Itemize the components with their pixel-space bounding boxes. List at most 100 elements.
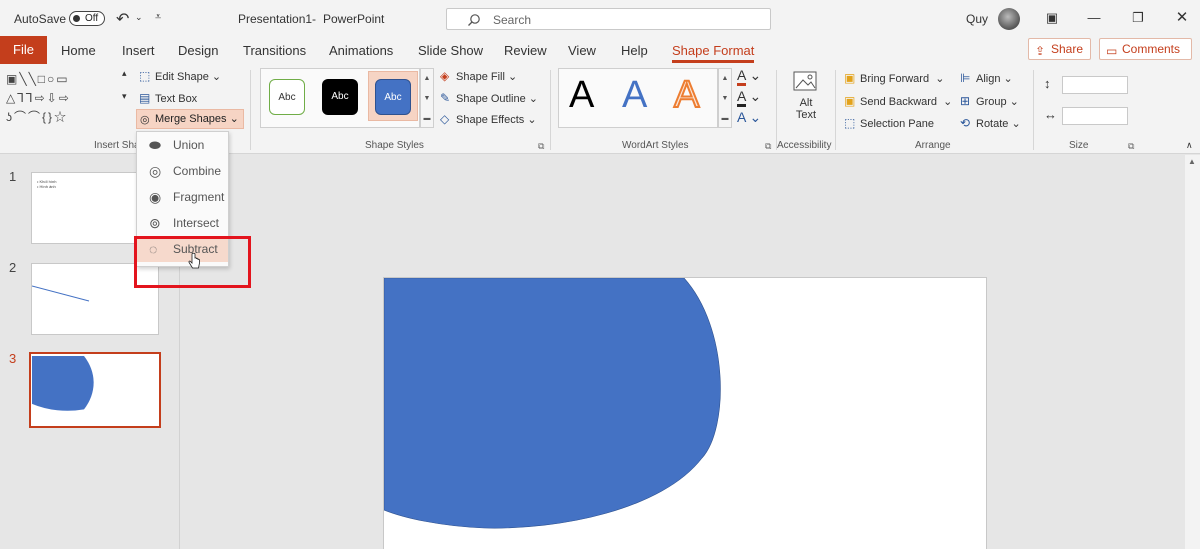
share-icon: ⇪ xyxy=(1035,44,1046,58)
shapes-scroll-up[interactable]: ▴ xyxy=(122,68,127,79)
shape-styles-scroll[interactable]: ▲ ▼ ▬ xyxy=(420,68,434,128)
close-icon[interactable]: ✕ xyxy=(1173,9,1191,27)
edit-shape-label: Edit Shape xyxy=(155,71,209,83)
shape-outline-button[interactable]: ✎ Shape Outline ⌄ xyxy=(440,91,538,105)
bring-forward-button[interactable]: ▣ Bring Forward ⌄ xyxy=(844,71,944,85)
collapse-ribbon-icon[interactable]: ∧ xyxy=(1186,140,1193,151)
group-button[interactable]: ⊞ Group ⌄ xyxy=(960,94,1019,108)
align-button[interactable]: ⊫ Align ⌄ xyxy=(960,71,1013,85)
shape-effects-button[interactable]: ◇ Shape Effects ⌄ xyxy=(440,112,537,126)
hand-cursor-icon xyxy=(188,252,200,269)
search-box[interactable]: Search xyxy=(446,8,771,30)
tab-shape-format[interactable]: Shape Format xyxy=(672,43,755,63)
wordart-orange-outline[interactable]: A xyxy=(673,73,700,117)
comment-icon: ▭ xyxy=(1106,44,1118,58)
pen-outline-icon: ✎ xyxy=(440,91,451,105)
tab-design[interactable]: Design xyxy=(178,43,218,58)
avatar[interactable] xyxy=(998,8,1020,30)
slide-canvas[interactable] xyxy=(383,277,987,549)
rotate-button[interactable]: ⟲ Rotate ⌄ xyxy=(960,116,1021,130)
tab-help[interactable]: Help xyxy=(621,43,648,58)
comments-button[interactable]: ▭ Comments xyxy=(1099,38,1192,60)
selection-pane-label: Selection Pane xyxy=(860,118,934,130)
separator xyxy=(776,70,777,150)
wordart-black[interactable]: A xyxy=(569,74,594,117)
customize-toolbar-icon[interactable]: ⩡ xyxy=(155,11,161,24)
combine-icon: ◎ xyxy=(149,163,162,179)
size-launcher-icon[interactable]: ⧉ xyxy=(1128,141,1134,152)
shape-styles-launcher-icon[interactable]: ⧉ xyxy=(538,141,544,152)
undo-dropdown-icon[interactable]: ⌄ xyxy=(135,12,143,23)
document-title: Presentation1 xyxy=(238,12,313,26)
style-outline-green[interactable]: Abc xyxy=(269,79,305,115)
shape-effects-label: Shape Effects xyxy=(456,114,525,126)
style-blue-fill[interactable]: Abc xyxy=(375,79,411,115)
text-box-button[interactable]: ▤ Text Box xyxy=(139,91,197,105)
tab-insert[interactable]: Insert xyxy=(122,43,155,58)
rotate-icon: ⟲ xyxy=(960,116,971,130)
merge-shapes-button[interactable]: ◎ Merge Shapes ⌄ xyxy=(136,109,244,129)
title-separator: - xyxy=(312,12,316,26)
group-label: Group xyxy=(976,96,1007,108)
style-black-fill[interactable]: Abc xyxy=(322,79,358,115)
paint-bucket-icon: ◈ xyxy=(440,69,450,83)
shape-height-input[interactable] xyxy=(1062,76,1128,94)
selection-pane-icon: ⬚ xyxy=(844,116,856,130)
tab-file[interactable]: File xyxy=(0,36,47,64)
text-outline-button[interactable]: A ⌄ xyxy=(737,88,761,107)
menu-item-union[interactable]: ⬬ Union xyxy=(137,133,228,158)
ribbon-display-icon[interactable]: ▣ xyxy=(1043,9,1061,27)
wordart-launcher-icon[interactable]: ⧉ xyxy=(765,141,771,152)
fragment-icon: ◉ xyxy=(149,189,162,205)
tab-review[interactable]: Review xyxy=(504,43,547,58)
share-button[interactable]: ⇪ Share xyxy=(1028,38,1091,60)
shape-effects-icon: ◇ xyxy=(440,112,450,126)
tab-slide-show[interactable]: Slide Show xyxy=(418,43,483,58)
selection-pane-button[interactable]: ⬚ Selection Pane xyxy=(844,116,934,130)
edit-shape-button[interactable]: ⬚ Edit Shape ⌄ xyxy=(139,69,221,83)
share-label: Share xyxy=(1051,42,1084,56)
app-name: PowerPoint xyxy=(323,12,385,26)
title-bar: AutoSave Off ↶ ⌄ ⩡ Presentation1 - Power… xyxy=(0,0,1200,36)
comments-label: Comments xyxy=(1122,42,1181,56)
shapes-scroll-down[interactable]: ▾ xyxy=(122,91,127,102)
menu-item-fragment[interactable]: ◉ Fragment xyxy=(137,185,228,210)
arrange-group-label: Arrange xyxy=(915,140,951,151)
text-fill-button[interactable]: A ⌄ xyxy=(737,67,761,86)
merged-blue-shape[interactable] xyxy=(384,278,987,549)
menu-item-combine[interactable]: ◎ Combine xyxy=(137,159,228,184)
tab-animations[interactable]: Animations xyxy=(329,43,393,58)
send-backward-button[interactable]: ▣ Send Backward ⌄ xyxy=(844,94,952,108)
text-box-icon: ▤ xyxy=(139,91,151,105)
wordart-scroll[interactable]: ▲ ▼ ▬ xyxy=(718,68,732,128)
shapes-row-1: ▣╲╲□○▭ xyxy=(6,72,70,86)
shapes-row-3: ʖ⌒⌒{}☆ xyxy=(6,110,69,124)
autosave-toggle[interactable]: Off xyxy=(69,11,105,26)
alt-text-button[interactable]: Alt Text xyxy=(790,70,822,121)
wordart-blue[interactable]: A xyxy=(622,74,647,117)
thumbnail-slide-3[interactable] xyxy=(29,352,161,428)
text-effects-button[interactable]: A ⌄ xyxy=(737,109,761,126)
shape-outline-label: Shape Outline xyxy=(456,93,526,105)
insert-shapes-group-label: Insert Sha xyxy=(94,140,140,151)
undo-icon[interactable]: ↶ xyxy=(116,9,129,29)
tab-view[interactable]: View xyxy=(568,43,596,58)
user-name: Quy xyxy=(966,12,989,26)
tab-transitions[interactable]: Transitions xyxy=(243,43,306,58)
width-icon: ↔ xyxy=(1044,107,1057,122)
union-icon: ⬬ xyxy=(149,137,161,153)
alt-text-label-2: Text xyxy=(795,109,817,121)
menu-item-intersect[interactable]: ⊚ Intersect xyxy=(137,211,228,236)
scroll-up-icon[interactable]: ▲ xyxy=(1188,157,1196,166)
minimize-icon[interactable]: — xyxy=(1085,9,1103,27)
separator xyxy=(250,70,251,150)
shape-width-input[interactable] xyxy=(1062,107,1128,125)
vertical-scrollbar[interactable]: ▲ xyxy=(1185,155,1200,549)
shape-fill-button[interactable]: ◈ Shape Fill ⌄ xyxy=(440,69,517,83)
restore-icon[interactable]: ❐ xyxy=(1129,9,1147,27)
intersect-icon: ⊚ xyxy=(149,215,161,231)
shape-styles-group-label: Shape Styles xyxy=(365,140,424,151)
shapes-gallery[interactable]: ▣╲╲□○▭ △⅂⅂⇨⇩⇨ ʖ⌒⌒{}☆ xyxy=(6,70,118,127)
tab-home[interactable]: Home xyxy=(61,43,96,58)
menu-item-label: Combine xyxy=(173,164,222,178)
